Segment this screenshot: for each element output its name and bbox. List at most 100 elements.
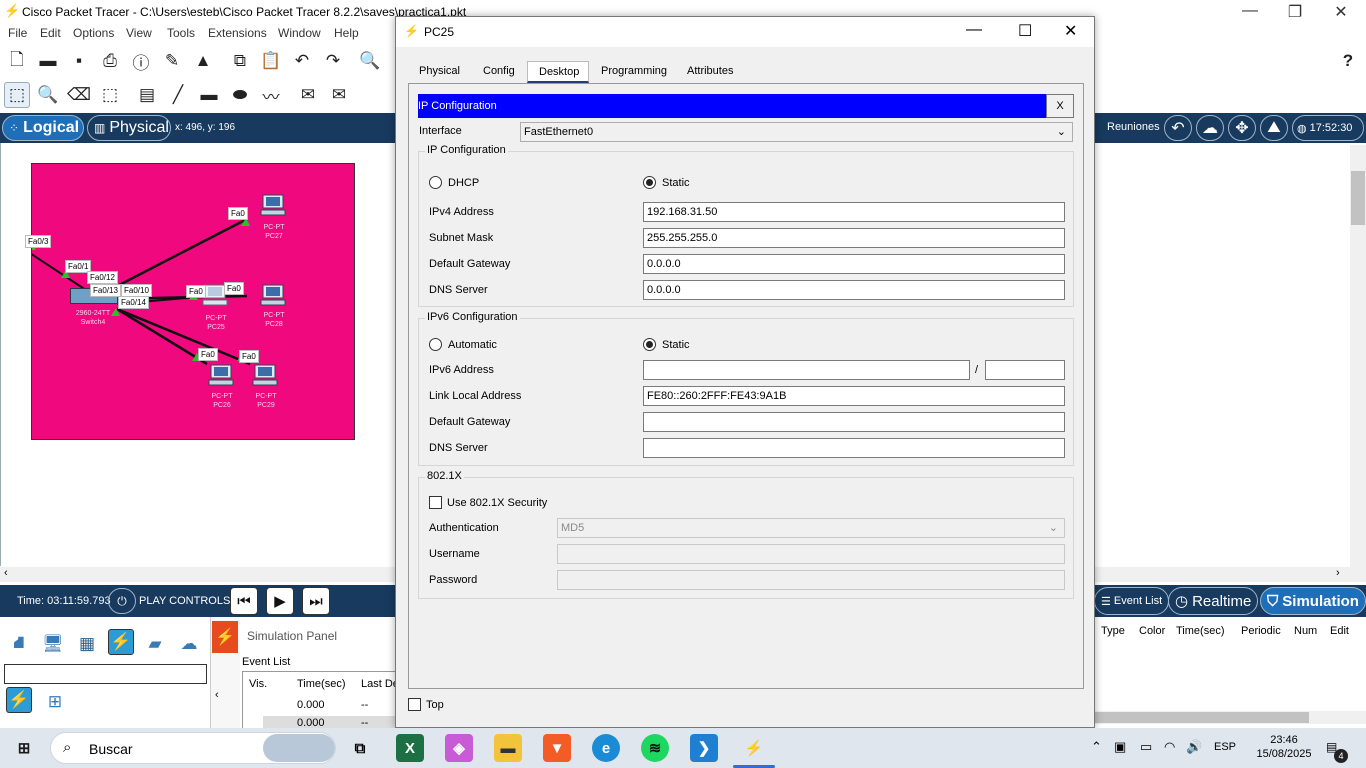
ipv6-dns-field[interactable]	[643, 438, 1065, 458]
vertical-scroll-thumb[interactable]	[1351, 171, 1365, 225]
pdu-horizontal-scrollbar[interactable]	[1095, 711, 1366, 724]
menu-view[interactable]: View	[126, 26, 152, 40]
cloud-icon[interactable]: ☁	[1196, 115, 1224, 141]
physical-mode-button[interactable]: ▥ Physical	[87, 115, 171, 141]
resize-shape-icon[interactable]: ⬚	[97, 82, 123, 108]
tab-desktop-active[interactable]: Desktop	[527, 61, 589, 83]
paste-icon[interactable]: 📋	[258, 48, 284, 74]
info-icon[interactable]: ⓘ	[128, 48, 154, 74]
simulation-button[interactable]: ⛉ Simulation	[1260, 587, 1366, 615]
copy-icon[interactable]: ⧉	[227, 48, 253, 74]
tab-attributes[interactable]: Attributes	[687, 65, 733, 77]
excel-icon[interactable]: X	[396, 734, 424, 762]
pc26-device[interactable]	[208, 364, 234, 386]
scroll-right-icon[interactable]: ›	[1336, 567, 1340, 579]
help-icon[interactable]: ?	[1335, 48, 1361, 74]
new-file-icon[interactable]: 🗋	[4, 48, 30, 74]
power-cycle-icon[interactable]: ⏻	[108, 588, 136, 614]
static-radio[interactable]	[643, 176, 656, 189]
reuniones-label[interactable]: Reuniones	[1107, 121, 1160, 133]
language-indicator[interactable]: ESP	[1214, 741, 1236, 753]
menu-help[interactable]: Help	[334, 26, 359, 40]
menu-extensions[interactable]: Extensions	[208, 26, 267, 40]
menu-file[interactable]: File	[8, 26, 27, 40]
realtime-button[interactable]: ◷ Realtime	[1168, 587, 1259, 615]
open-folder-icon[interactable]: ▬	[35, 48, 61, 74]
connections-icon[interactable]: ⚡	[108, 629, 134, 655]
ipv4-address-field[interactable]: 192.168.31.50	[643, 202, 1065, 222]
network-area[interactable]: 2960-24TT Switch4 PC-PT PC27 PC-PT PC25 …	[25, 163, 355, 440]
taskbar-clock[interactable]: 23:46 15/08/2025	[1252, 733, 1316, 761]
misc-icon[interactable]: ▰	[142, 631, 168, 657]
ipv6-address-field[interactable]	[643, 360, 970, 380]
navigate-icon[interactable]: ✥	[1228, 115, 1256, 141]
pc29-device[interactable]	[252, 364, 278, 386]
taskbar-search[interactable]: ⌕ Buscar	[50, 732, 336, 764]
back-icon[interactable]: ↶	[1164, 115, 1192, 141]
step-back-icon[interactable]: ⏮	[230, 587, 258, 615]
note-icon[interactable]: ▤	[134, 82, 160, 108]
event-list-button[interactable]: ☰ Event List	[1094, 587, 1170, 615]
scroll-left-icon[interactable]: ‹	[4, 567, 8, 579]
menu-window[interactable]: Window	[278, 26, 321, 40]
dialog-minimize-icon[interactable]: —	[966, 21, 982, 39]
chevron-up-icon[interactable]: ⌃	[1091, 739, 1102, 755]
draw-line-icon[interactable]: ╱	[165, 82, 191, 108]
link-pc26[interactable]	[116, 307, 208, 366]
freeform-icon[interactable]: 〰	[258, 82, 284, 108]
dialog-maximize-icon[interactable]: ☐	[1018, 21, 1032, 41]
horizontal-scroll-thumb[interactable]	[1095, 712, 1309, 723]
dhcp-radio[interactable]	[429, 176, 442, 189]
ipv6-prefix-field[interactable]	[985, 360, 1065, 380]
zoom-in-icon[interactable]: 🔍	[357, 48, 383, 74]
scroll-left-icon[interactable]: ‹	[215, 689, 219, 701]
undo-icon[interactable]: ↶	[289, 48, 315, 74]
play-icon[interactable]: ▶	[266, 587, 294, 615]
edge-icon[interactable]: e	[592, 734, 620, 762]
add-simple-pdu-icon[interactable]: ✉	[295, 82, 321, 108]
default-gateway-field[interactable]: 0.0.0.0	[643, 254, 1065, 274]
components-icon[interactable]: ▦	[74, 631, 100, 657]
logical-mode-button[interactable]: ⁘ Logical	[2, 115, 84, 141]
vscode-icon[interactable]: ❯	[690, 734, 718, 762]
tab-programming[interactable]: Programming	[601, 65, 667, 77]
pc28-device[interactable]	[260, 284, 286, 306]
use-8021x-checkbox[interactable]	[429, 496, 442, 509]
menu-options[interactable]: Options	[73, 26, 114, 40]
multiuser-icon[interactable]: ☁	[176, 631, 202, 657]
authentication-select[interactable]: MD5 ⌄	[557, 518, 1065, 538]
end-devices-icon[interactable]: 🖥	[40, 631, 66, 657]
grid-icon[interactable]: ⊞	[42, 689, 68, 715]
menu-tools[interactable]: Tools	[167, 26, 195, 40]
viewport-icon[interactable]: ⛰	[1260, 115, 1288, 141]
print-icon[interactable]: ⎙	[97, 48, 123, 74]
link-local-field[interactable]: FE80::260:2FFF:FE43:9A1B	[643, 386, 1065, 406]
static6-radio[interactable]	[643, 338, 656, 351]
device-search-box[interactable]	[4, 664, 207, 684]
network-info-icon[interactable]: ▲	[190, 48, 216, 74]
username-field[interactable]	[557, 544, 1065, 564]
battery-icon[interactable]: ▭	[1140, 739, 1152, 755]
ip-config-close-button[interactable]: X	[1046, 94, 1074, 118]
spotify-icon[interactable]: ≋	[641, 734, 669, 762]
close-icon[interactable]: ✕	[1318, 2, 1364, 22]
windows-start-icon[interactable]: ⊞	[10, 734, 38, 762]
ipv6-gateway-field[interactable]	[643, 412, 1065, 432]
redo-icon[interactable]: ↷	[320, 48, 346, 74]
packet-tracer-taskbar-icon[interactable]: ⚡	[740, 734, 768, 762]
auto-connect-icon[interactable]: ⚡	[6, 687, 32, 713]
activity-wizard-icon[interactable]: ✎	[159, 48, 185, 74]
task-view-icon[interactable]: ⧉	[346, 734, 374, 762]
inspect-icon[interactable]: 🔍	[35, 82, 61, 108]
network-tray-icon[interactable]: ▣	[1114, 739, 1126, 755]
select-tool-icon[interactable]: ⬚	[4, 82, 30, 108]
restore-icon[interactable]: ❐	[1272, 2, 1318, 22]
interface-select[interactable]: FastEthernet0 ⌄	[520, 122, 1073, 142]
tab-physical[interactable]: Physical	[419, 65, 460, 77]
tab-config[interactable]: Config	[483, 65, 515, 77]
file-explorer-icon[interactable]: ▬	[494, 734, 522, 762]
password-field[interactable]	[557, 570, 1065, 590]
draw-rectangle-icon[interactable]: ▬	[196, 82, 222, 108]
dns-server-field[interactable]: 0.0.0.0	[643, 280, 1065, 300]
copilot-icon[interactable]: ◈	[445, 734, 473, 762]
